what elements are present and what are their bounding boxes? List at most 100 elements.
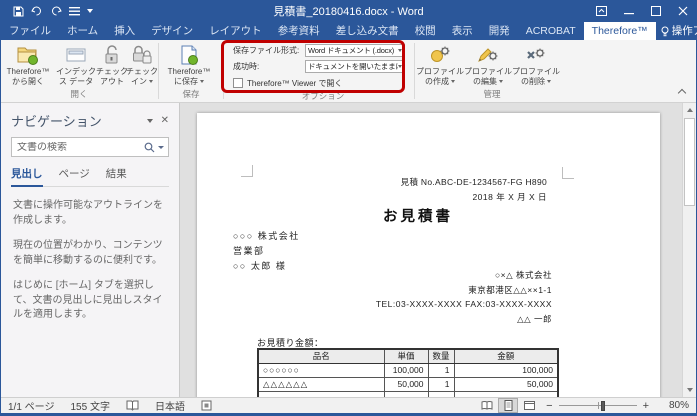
cell-amount <box>454 391 558 397</box>
button-label: の編集 <box>473 77 497 87</box>
table-header-row: 品名 単価 数量 金額 <box>258 349 558 363</box>
tab-therefore[interactable]: Therefore™ <box>584 22 656 40</box>
index-data-button[interactable]: インデック ス データ <box>55 42 97 86</box>
scroll-up-button[interactable] <box>683 103 696 117</box>
proofing-status-icon[interactable] <box>126 400 139 411</box>
button-label: の削除 <box>521 77 545 87</box>
tab-design[interactable]: デザイン <box>143 22 201 40</box>
pane-options-icon[interactable] <box>147 119 153 123</box>
language-indicator[interactable]: 日本語 <box>155 398 185 413</box>
ribbon-display-options-button[interactable] <box>588 0 615 22</box>
cell-unit-price: 50,000 <box>384 377 428 391</box>
status-bar: 1/1 ページ 155 文字 日本語 − + 80% <box>1 397 696 413</box>
button-label: Therefore™ <box>7 67 50 77</box>
zoom-slider[interactable] <box>559 405 637 406</box>
tab-acrobat[interactable]: ACROBAT <box>518 22 584 40</box>
save-format-select[interactable]: Word ドキュメント (.docx) <box>305 44 405 57</box>
quote-date: 2018 年 X 月 X 日 <box>337 191 547 203</box>
save-to-therefore-button[interactable]: Therefore™ に保存 <box>160 42 218 86</box>
document-search-box[interactable] <box>11 137 169 157</box>
on-success-value: ドキュメントを開いたままにする <box>308 61 398 72</box>
macro-recording-icon[interactable] <box>201 400 212 411</box>
tab-home[interactable]: ホーム <box>59 22 106 40</box>
search-input[interactable] <box>17 142 144 153</box>
page-indicator[interactable]: 1/1 ページ <box>8 398 54 413</box>
therefore-open-button[interactable]: Therefore™ から開く <box>1 42 55 86</box>
arrow-down-icon <box>687 388 693 392</box>
tab-references[interactable]: 参考資料 <box>270 22 328 40</box>
print-layout-button[interactable] <box>498 398 518 413</box>
scroll-down-button[interactable] <box>683 383 696 397</box>
document-canvas[interactable]: 見積 No.ABC-DE-1234567-FG H890 2018 年 X 月 … <box>180 103 696 397</box>
group-label-manage: 管理 <box>416 88 568 102</box>
web-layout-button[interactable] <box>519 398 539 413</box>
cell-unit-price <box>384 391 428 397</box>
create-profile-button[interactable]: プロファイル の作成 <box>416 42 464 86</box>
cell-unit-price: 100,000 <box>384 363 428 377</box>
tab-developer[interactable]: 開発 <box>481 22 518 40</box>
navigation-tabs: 見出し ページ 結果 <box>11 166 169 187</box>
zoom-center-tick <box>598 402 599 409</box>
save-format-label: 保存ファイル形式: <box>233 45 305 56</box>
button-label: に保存 <box>174 77 198 87</box>
tab-review[interactable]: 校閲 <box>407 22 444 40</box>
window-controls <box>588 0 696 22</box>
group-label-open: 開く <box>1 88 157 102</box>
tab-insert[interactable]: 挿入 <box>106 22 143 40</box>
vertical-scrollbar[interactable] <box>682 103 696 397</box>
button-label: チェック <box>126 67 158 77</box>
zoom-level[interactable]: 80% <box>659 400 689 411</box>
group-divider <box>414 43 415 99</box>
tab-layout[interactable]: レイアウト <box>201 22 270 40</box>
nav-tab-headings[interactable]: 見出し <box>11 166 43 187</box>
button-label: インデック <box>56 67 96 77</box>
scrollbar-thumb[interactable] <box>684 118 695 206</box>
recipient-block: ○○○ 株式会社 営業部 ○○ 太郎 様 <box>233 229 300 274</box>
read-mode-button[interactable] <box>477 398 497 413</box>
dropdown-arrow-icon <box>499 80 503 83</box>
nav-tab-pages[interactable]: ページ <box>59 166 90 186</box>
check-out-button[interactable]: チェック アウト <box>97 42 127 86</box>
margin-corner-mark <box>241 165 253 177</box>
header-quantity: 数量 <box>428 349 454 363</box>
close-pane-icon[interactable]: ✕ <box>161 116 169 126</box>
cell-item-name: △△△△△△ <box>258 377 384 391</box>
navigation-help-text: 文書に操作可能なアウトラインを作成します。 現在の位置がわかり、コンテンツを簡単… <box>13 199 167 334</box>
recipient-line: 営業部 <box>233 244 300 259</box>
delete-profile-button[interactable]: プロファイル の削除 <box>512 42 560 86</box>
redo-icon[interactable] <box>50 6 62 17</box>
cell-item-name: ○○○○○○ <box>258 363 384 377</box>
word-count[interactable]: 155 文字 <box>70 398 109 413</box>
navigation-pane-title: ナビゲーション <box>11 111 102 130</box>
cell-quantity: 1 <box>428 363 454 377</box>
maximize-button[interactable] <box>642 0 669 22</box>
tab-mailings[interactable]: 差し込み文書 <box>328 22 407 40</box>
arrow-up-icon <box>687 108 693 112</box>
tab-file[interactable]: ファイル <box>1 22 59 40</box>
sender-line: TEL:03-XXXX-XXXX FAX:03-XXXX-XXXX <box>312 297 552 312</box>
lightbulb-icon <box>661 26 669 37</box>
edit-profile-button[interactable]: プロファイル の編集 <box>464 42 512 86</box>
touch-mode-icon[interactable] <box>69 7 80 16</box>
button-label: イン <box>131 77 147 87</box>
zoom-in-button[interactable]: + <box>637 400 655 412</box>
minimize-button[interactable] <box>615 0 642 22</box>
undo-icon[interactable] <box>31 6 43 17</box>
tell-me-button[interactable]: 操作アシ <box>656 22 697 40</box>
nav-tab-results[interactable]: 結果 <box>106 166 127 186</box>
open-in-viewer-checkbox[interactable] <box>233 78 243 88</box>
on-success-select[interactable]: ドキュメントを開いたままにする <box>305 60 405 73</box>
document-page[interactable]: 見積 No.ABC-DE-1234567-FG H890 2018 年 X 月 … <box>197 113 660 397</box>
search-icon[interactable] <box>144 142 155 153</box>
button-label: アウト <box>100 77 124 87</box>
search-options-icon[interactable] <box>158 146 164 149</box>
save-icon[interactable] <box>13 6 24 17</box>
close-button[interactable] <box>669 0 696 22</box>
zoom-slider-thumb[interactable] <box>601 401 605 411</box>
tab-view[interactable]: 表示 <box>444 22 481 40</box>
check-in-button[interactable]: チェック イン <box>127 42 157 86</box>
sender-line: △△ 一郎 <box>312 312 552 327</box>
zoom-out-button[interactable]: − <box>540 400 558 412</box>
collapse-ribbon-icon[interactable] <box>678 88 686 96</box>
customize-qat-icon[interactable] <box>87 9 93 13</box>
